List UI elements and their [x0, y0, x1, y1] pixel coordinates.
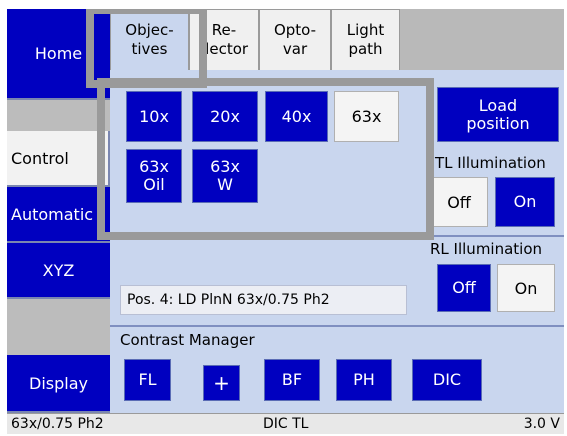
nav-control-button[interactable]: Control: [7, 131, 110, 187]
tab-reflector[interactable]: Re- flector: [189, 9, 259, 70]
nav-automation-label: Automatic: [11, 204, 94, 224]
objective-63x-button[interactable]: 63x: [334, 91, 399, 142]
objective-40x-label: 40x: [281, 106, 312, 126]
contrast-add-button[interactable]: +: [203, 365, 240, 401]
objective-63x-w-button[interactable]: 63x W: [192, 149, 258, 203]
tab-objectives-line1: Objec-: [125, 21, 174, 39]
tab-light-path-line1: Light: [346, 21, 385, 39]
objective-63x-label: 63x: [351, 106, 382, 126]
rl-illumination-on-button[interactable]: On: [497, 264, 555, 312]
tl-illumination-on-button[interactable]: On: [495, 177, 555, 227]
tab-objectives-line2: tives: [131, 40, 168, 58]
tl-off-label: Off: [447, 192, 471, 212]
nav-home-label: Home: [34, 44, 83, 63]
tab-strip-background: [400, 9, 564, 70]
right-divider: [430, 235, 564, 237]
tab-light-path[interactable]: Light path: [331, 9, 400, 70]
nav-control-label: Control: [11, 148, 69, 168]
load-position-button[interactable]: Load position: [437, 87, 559, 142]
tab-optovar-line2: var: [282, 40, 308, 58]
objective-20x-label: 20x: [210, 106, 240, 126]
load-position-line1: Load: [478, 95, 518, 115]
contrast-bf-button[interactable]: BF: [264, 359, 320, 401]
tl-illumination-off-button[interactable]: Off: [430, 177, 488, 227]
objective-40x-button[interactable]: 40x: [265, 91, 328, 142]
objective-63x-w-line1: 63x: [210, 157, 240, 176]
rl-illumination-label: RL Illumination: [430, 240, 543, 258]
objective-63x-oil-button[interactable]: 63x Oil: [126, 149, 182, 203]
status-version: 3.0 V: [523, 416, 560, 432]
tab-objectives[interactable]: Objec- tives: [110, 9, 189, 70]
tab-optovar-line1: Opto-: [273, 21, 317, 39]
objective-63x-oil-line2: Oil: [143, 175, 165, 194]
contrast-ph-button[interactable]: PH: [336, 359, 392, 401]
status-objective: 63x/0.75 Ph2: [11, 416, 104, 432]
tl-on-label: On: [513, 192, 537, 211]
contrast-manager-label: Contrast Manager: [120, 331, 255, 349]
rl-illumination-off-button[interactable]: Off: [437, 264, 491, 312]
tab-reflector-line1: Re-: [211, 21, 237, 39]
rl-on-label: On: [514, 278, 538, 298]
contrast-bf-label: BF: [281, 370, 303, 389]
tab-reflector-line2: flector: [199, 40, 249, 58]
nav-spacer: [7, 100, 110, 131]
objective-position-readout: Pos. 4: LD PlnN 63x/0.75 Ph2: [120, 285, 407, 315]
contrast-fl-button[interactable]: FL: [124, 359, 171, 401]
nav-home-button[interactable]: Home: [7, 9, 110, 100]
objective-63x-oil-line1: 63x: [139, 157, 169, 176]
status-bar: 63x/0.75 Ph2 DIC TL 3.0 V: [7, 413, 564, 434]
status-mode: DIC TL: [263, 416, 309, 432]
objective-10x-label: 10x: [139, 106, 169, 126]
objective-20x-button[interactable]: 20x: [192, 91, 258, 142]
nav-display-label: Display: [29, 373, 88, 393]
objective-63x-w-line2: W: [217, 175, 233, 194]
plus-icon: +: [213, 371, 230, 395]
nav-display-button[interactable]: Display: [7, 355, 110, 413]
rl-off-label: Off: [452, 278, 476, 297]
nav-automation-button[interactable]: Automatic: [7, 187, 110, 243]
nav-xyz-label: XYZ: [42, 260, 75, 280]
load-position-line2: position: [466, 113, 530, 133]
contrast-dic-label: DIC: [432, 370, 462, 389]
objective-10x-button[interactable]: 10x: [126, 91, 182, 142]
contrast-fl-label: FL: [138, 370, 157, 389]
nav-spacer-2: [7, 299, 110, 355]
microscope-control-panel: Home Control Automatic XYZ Display Objec…: [7, 9, 564, 434]
tab-optovar[interactable]: Opto- var: [259, 9, 331, 70]
tab-light-path-line2: path: [348, 40, 383, 58]
contrast-divider: [110, 325, 564, 327]
nav-xyz-button[interactable]: XYZ: [7, 243, 110, 299]
tl-illumination-label: TL Illumination: [435, 154, 546, 172]
contrast-dic-button[interactable]: DIC: [412, 359, 482, 401]
contrast-ph-label: PH: [353, 370, 375, 389]
